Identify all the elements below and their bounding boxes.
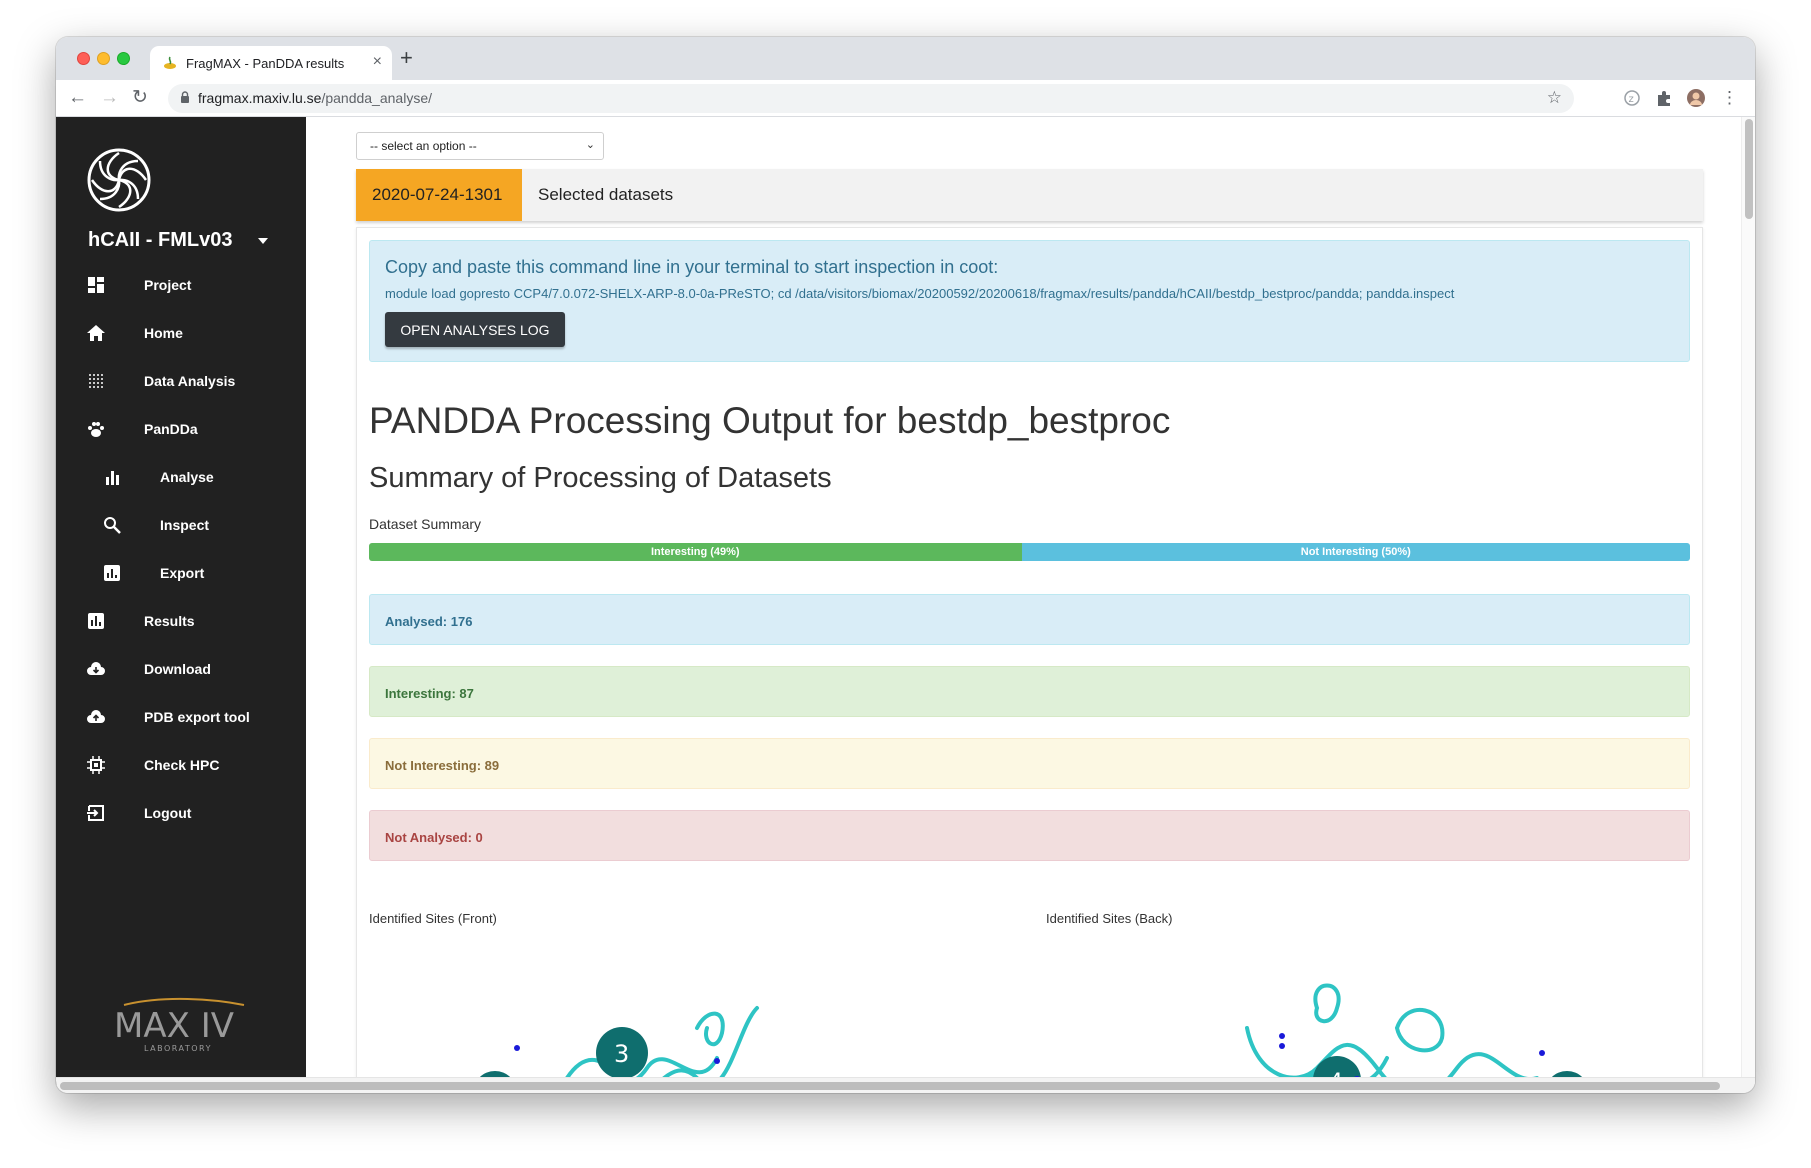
- address-bar: ← → ↻ fragmax.maxiv.lu.se/pandda_analyse…: [56, 80, 1755, 117]
- result-tabs: 2020-07-24-1301 Selected datasets: [356, 169, 1703, 221]
- minimize-window-button[interactable]: [97, 52, 110, 65]
- sites-back-label: Identified Sites (Back): [1046, 911, 1173, 926]
- progress-segment-not-interesting: Not Interesting (50%): [1021, 543, 1690, 561]
- cloud-upload-icon: [87, 710, 105, 723]
- sidebar-item-pdb-export[interactable]: PDB export tool: [56, 697, 306, 737]
- stat-interesting: Interesting: 87: [369, 666, 1690, 717]
- page-title: PANDDA Processing Output for bestdp_best…: [369, 400, 1171, 441]
- sidebar-item-label: Download: [144, 661, 211, 677]
- sidebar-item-label: Inspect: [160, 517, 210, 533]
- chart-box-icon: [104, 565, 120, 581]
- sidebar-item-inspect[interactable]: Inspect: [56, 505, 306, 545]
- profile-avatar-icon[interactable]: [1687, 89, 1705, 107]
- dataset-select[interactable]: -- select an option -- ⌄: [356, 132, 604, 160]
- stat-not-interesting: Not Interesting: 89: [369, 738, 1690, 789]
- sidebar-item-download[interactable]: Download: [56, 649, 306, 689]
- sidebar-item-label: Home: [144, 325, 183, 341]
- tab-selected-datasets[interactable]: Selected datasets: [538, 185, 673, 205]
- chevron-down-icon: ⌄: [585, 139, 595, 151]
- sidebar-item-label: Check HPC: [144, 757, 220, 773]
- sites-front-image: 3 5 4: [474, 1006, 759, 1085]
- grid-dots-icon: [89, 374, 103, 388]
- sidebar-item-results[interactable]: Results: [56, 601, 306, 641]
- sidebar-item-label: Project: [144, 277, 192, 293]
- browser-menu-icon[interactable]: ⋮: [1721, 86, 1738, 110]
- sidebar-item-label: Results: [144, 613, 195, 629]
- sidebar-item-project[interactable]: Project: [56, 265, 306, 305]
- open-analyses-log-button[interactable]: OPEN ANALYSES LOG: [385, 312, 565, 347]
- search-icon: [104, 517, 121, 534]
- stat-analysed: Analysed: 176: [369, 594, 1690, 645]
- sidebar-item-data-analysis[interactable]: Data Analysis: [56, 361, 306, 401]
- tab-strip: FragMAX - PanDDA results × +: [56, 37, 1755, 80]
- url-field[interactable]: fragmax.maxiv.lu.se/pandda_analyse/ ☆: [168, 84, 1574, 113]
- back-icon[interactable]: ←: [68, 86, 87, 110]
- sidebar-item-home[interactable]: Home: [56, 313, 306, 353]
- coot-command-box: Copy and paste this command line in your…: [369, 240, 1690, 362]
- sidebar-item-pandda[interactable]: PanDDa: [56, 409, 306, 449]
- new-tab-button[interactable]: +: [400, 47, 413, 69]
- paw-icon: [88, 422, 104, 437]
- bookmark-star-icon[interactable]: ☆: [1547, 88, 1562, 108]
- select-value: -- select an option --: [370, 139, 477, 153]
- results-icon: [88, 613, 104, 629]
- site-number: 3: [614, 1040, 629, 1068]
- maximize-window-button[interactable]: [117, 52, 130, 65]
- tab-run-date[interactable]: 2020-07-24-1301: [356, 169, 522, 221]
- progress-segment-interesting: Interesting (49%): [369, 543, 1022, 561]
- bar-chart-icon: [106, 471, 119, 485]
- tab-close-icon[interactable]: ×: [373, 53, 382, 71]
- translate-icon[interactable]: z: [1623, 89, 1641, 107]
- horizontal-scrollbar[interactable]: [56, 1077, 1755, 1093]
- chip-icon: [87, 756, 105, 774]
- sidebar-item-label: PDB export tool: [144, 709, 250, 725]
- dataset-summary-label: Dataset Summary: [369, 516, 482, 532]
- sidebar-item-logout[interactable]: Logout: [56, 793, 306, 833]
- dataset-progress-bar: Interesting (49%) Not Interesting (50%): [369, 543, 1690, 561]
- dashboard-icon: [88, 277, 104, 293]
- fragmax-logo: [87, 148, 151, 212]
- extensions-puzzle-icon[interactable]: [1655, 89, 1673, 107]
- url-text: fragmax.maxiv.lu.se/pandda_analyse/: [198, 90, 432, 106]
- sidebar-item-label: Export: [160, 565, 205, 581]
- sidebar-item-label: Logout: [144, 805, 192, 821]
- tab-title: FragMAX - PanDDA results: [186, 56, 345, 71]
- sidebar-item-label: Analyse: [160, 469, 214, 485]
- forward-icon[interactable]: →: [100, 86, 119, 110]
- project-dropdown-caret[interactable]: [258, 238, 268, 244]
- main-content: -- select an option -- ⌄ 2020-07-24-1301…: [306, 117, 1741, 1085]
- close-window-button[interactable]: [77, 52, 90, 65]
- horizontal-scrollbar-thumb[interactable]: [60, 1082, 1720, 1090]
- stat-not-analysed: Not Analysed: 0: [369, 810, 1690, 861]
- svg-text:z: z: [1629, 94, 1634, 105]
- reload-icon[interactable]: ↻: [132, 86, 148, 110]
- vertical-scrollbar-thumb[interactable]: [1745, 119, 1753, 219]
- sidebar: hCAII - FMLv03 Project Home Data Analysi…: [56, 117, 306, 1085]
- sidebar-item-label: Data Analysis: [144, 373, 236, 389]
- sidebar-item-label: PanDDa: [144, 421, 198, 437]
- sites-front-label: Identified Sites (Front): [369, 911, 497, 926]
- results-panel: Copy and paste this command line in your…: [356, 227, 1703, 1085]
- summary-heading: Summary of Processing of Datasets: [369, 462, 832, 494]
- cloud-download-icon: [87, 662, 105, 675]
- browser-window: FragMAX - PanDDA results × + ← → ↻ fragm…: [56, 37, 1755, 1093]
- sidebar-item-check-hpc[interactable]: Check HPC: [56, 745, 306, 785]
- home-icon: [87, 325, 105, 341]
- favicon-icon: [164, 56, 176, 69]
- sites-back-image: 3 4 5: [1245, 983, 1588, 1085]
- project-name: hCAII - FMLv03: [88, 229, 233, 251]
- maxiv-logo-subtext: LABORATORY: [144, 1044, 212, 1053]
- coot-command-text: module load gopresto CCP4/7.0.072-SHELX-…: [385, 286, 1455, 301]
- sidebar-item-analyse[interactable]: Analyse: [56, 457, 306, 497]
- sidebar-item-export[interactable]: Export: [56, 553, 306, 593]
- lock-icon: [181, 91, 189, 103]
- maxiv-logo: MAX IV LABORATORY: [114, 997, 245, 1053]
- vertical-scrollbar[interactable]: [1741, 117, 1755, 1085]
- browser-tab[interactable]: FragMAX - PanDDA results ×: [150, 46, 392, 80]
- maxiv-logo-text: MAX IV: [114, 1006, 234, 1046]
- logout-icon: [87, 805, 104, 821]
- coot-command-title: Copy and paste this command line in your…: [385, 257, 999, 277]
